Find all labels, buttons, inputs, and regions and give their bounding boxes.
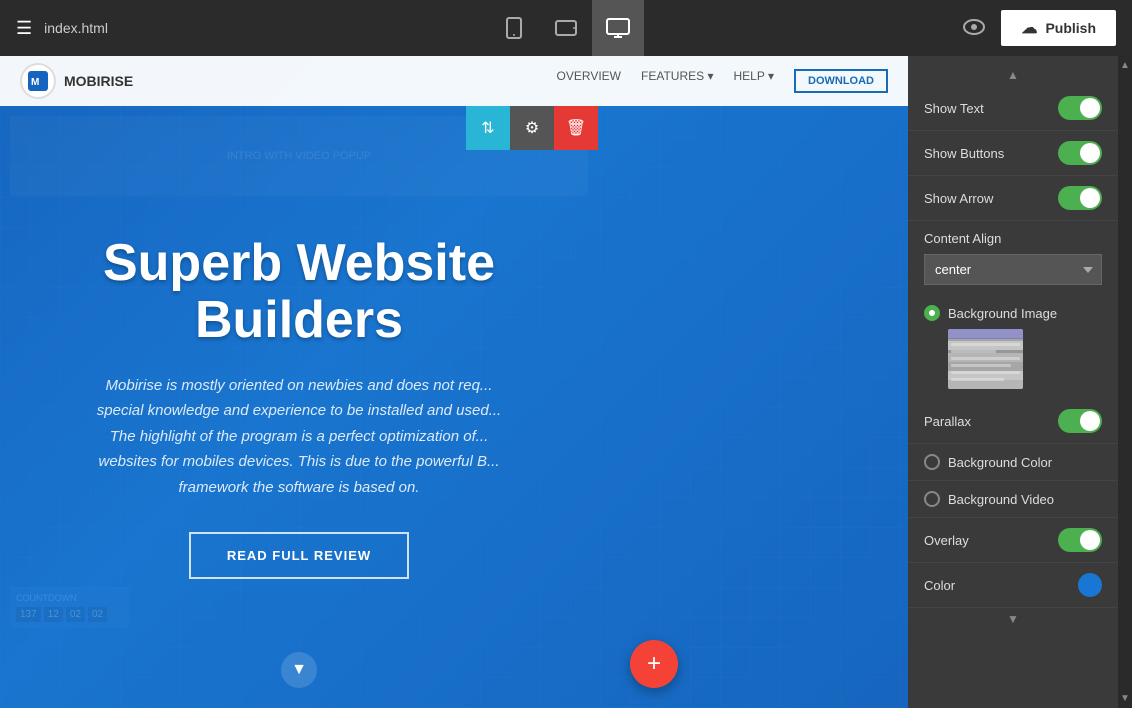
canvas-logo: M MOBIRISE xyxy=(20,63,133,99)
thumb-line-4 xyxy=(951,364,1011,367)
bg-image-radio[interactable] xyxy=(924,305,940,321)
hero-subtitle: Mobirise is mostly oriented on newbies a… xyxy=(97,373,501,501)
show-buttons-row: Show Buttons xyxy=(908,131,1118,176)
overlay-row: Overlay xyxy=(908,518,1118,563)
swap-button[interactable]: ⇅ xyxy=(466,106,510,150)
content-align-dropdown[interactable]: left center right xyxy=(924,254,1102,285)
thumb-line-6 xyxy=(951,378,1004,381)
parallax-label: Parallax xyxy=(924,414,971,429)
overlay-toggle[interactable] xyxy=(1058,528,1102,552)
bg-image-label: Background Image xyxy=(948,306,1057,321)
svg-text:M: M xyxy=(31,77,39,88)
brand-name: MOBIRISE xyxy=(64,73,133,89)
bg-color-row: Background Color xyxy=(908,444,1118,481)
content-align-section: Content Align left center right xyxy=(908,221,1118,295)
bg-image-section: Background Image xyxy=(908,295,1118,399)
delete-block-button[interactable]: 🗑 xyxy=(554,106,598,150)
bg-video-row: Background Video xyxy=(908,481,1118,518)
thumb-nav-bar xyxy=(948,329,1023,339)
bg-video-inner: Background Video xyxy=(924,491,1054,507)
tablet-view-button[interactable] xyxy=(540,0,592,56)
block-settings-button[interactable]: ⚙ xyxy=(510,106,554,150)
add-block-button[interactable]: + xyxy=(630,640,678,688)
bg-image-row: Background Image xyxy=(924,305,1102,321)
hero-title: Superb WebsiteBuilders xyxy=(103,235,495,349)
hero-cta-button[interactable]: READ FULL REVIEW xyxy=(189,532,409,579)
thumbnail-preview xyxy=(948,329,1023,389)
color-label: Color xyxy=(924,578,955,593)
nav-overview[interactable]: OVERVIEW xyxy=(557,69,621,93)
show-text-toggle[interactable] xyxy=(1058,96,1102,120)
parallax-toggle[interactable] xyxy=(1058,409,1102,433)
color-row: Color xyxy=(908,563,1118,608)
show-buttons-toggle[interactable] xyxy=(1058,141,1102,165)
thumb-line-5 xyxy=(951,371,1020,374)
right-scrollbar: ▲ ▼ xyxy=(1118,56,1132,708)
bg-color-radio[interactable] xyxy=(924,454,940,470)
thumb-line-3 xyxy=(951,357,1020,360)
show-text-row: Show Text xyxy=(908,86,1118,131)
bg-color-inner: Background Color xyxy=(924,454,1052,470)
scroll-down-arrow[interactable]: ▼ xyxy=(1120,693,1130,704)
hero-arrow[interactable]: ▼ xyxy=(281,652,317,688)
content-align-label: Content Align xyxy=(924,231,1102,246)
publish-button[interactable]: ☁ Publish xyxy=(1001,10,1116,46)
thumb-line-1 xyxy=(951,343,1020,346)
bg-video-label: Background Video xyxy=(948,492,1054,507)
preview-icon[interactable] xyxy=(963,15,985,41)
scroll-up-arrow[interactable]: ▲ xyxy=(1120,60,1130,71)
nav-links: OVERVIEW FEATURES ▾ HELP ▾ DOWNLOAD xyxy=(557,69,888,93)
nav-help[interactable]: HELP ▾ xyxy=(734,69,775,93)
show-arrow-toggle[interactable] xyxy=(1058,186,1102,210)
nav-download-button[interactable]: DOWNLOAD xyxy=(794,69,888,93)
cloud-icon: ☁ xyxy=(1021,18,1037,38)
hero-section: Superb WebsiteBuilders Mobirise is mostl… xyxy=(0,106,598,708)
show-arrow-row: Show Arrow xyxy=(908,176,1118,221)
canvas: INTRO WITH VIDEO POPUP COUNTDOWN 137 12 … xyxy=(0,56,908,708)
canvas-navbar: M MOBIRISE OVERVIEW FEATURES ▾ HELP ▾ DO… xyxy=(0,56,908,106)
thumb-line-2 xyxy=(951,350,996,353)
desktop-view-button[interactable] xyxy=(592,0,644,56)
logo-image: M xyxy=(20,63,56,99)
settings-panel: ▲ Show Text Show Buttons Show Arrow Cont… xyxy=(908,56,1118,708)
show-arrow-label: Show Arrow xyxy=(924,191,993,206)
color-swatch[interactable] xyxy=(1078,573,1102,597)
panel-scroll-up[interactable]: ▲ xyxy=(908,64,1118,86)
bg-video-radio[interactable] xyxy=(924,491,940,507)
mobile-view-button[interactable] xyxy=(488,0,540,56)
filename-label: index.html xyxy=(44,20,108,36)
panel-scroll-down[interactable]: ▼ xyxy=(908,608,1118,630)
topbar: ☰ index.html ☁ Publish xyxy=(0,0,1132,56)
device-switcher xyxy=(488,0,644,56)
bg-image-thumbnail[interactable] xyxy=(948,329,1023,389)
parallax-row: Parallax xyxy=(908,399,1118,444)
menu-icon[interactable]: ☰ xyxy=(16,18,32,39)
show-text-label: Show Text xyxy=(924,101,984,116)
canvas-action-buttons: ⇅ ⚙ 🗑 xyxy=(466,106,598,150)
overlay-label: Overlay xyxy=(924,533,969,548)
main-area: INTRO WITH VIDEO POPUP COUNTDOWN 137 12 … xyxy=(0,56,1132,708)
show-buttons-label: Show Buttons xyxy=(924,146,1004,161)
bg-color-label: Background Color xyxy=(948,455,1052,470)
nav-features[interactable]: FEATURES ▾ xyxy=(641,69,713,93)
